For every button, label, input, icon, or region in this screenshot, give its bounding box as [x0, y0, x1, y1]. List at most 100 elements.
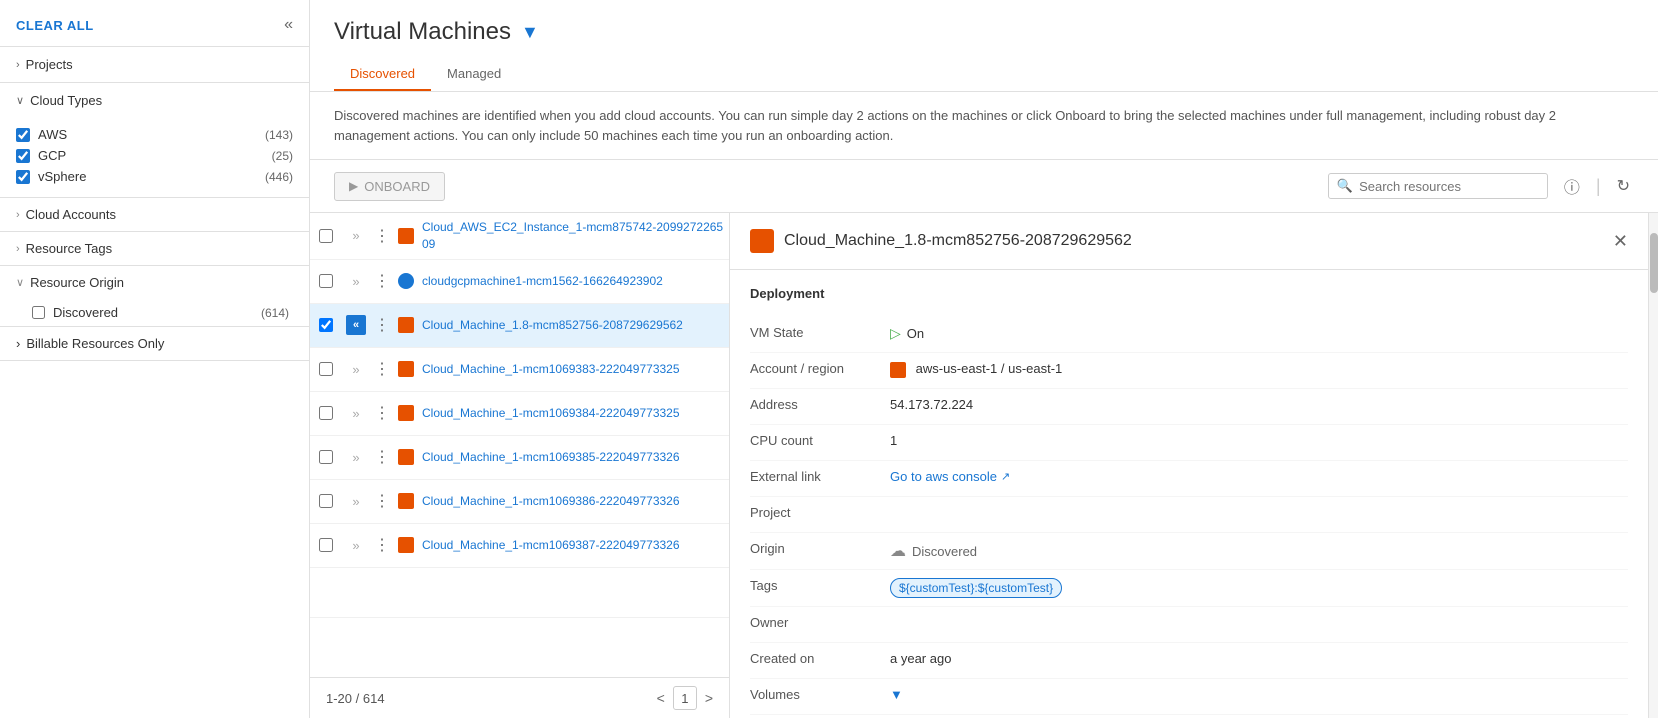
aws-checkbox[interactable]: [16, 128, 30, 142]
cloud-accounts-header[interactable]: › Cloud Accounts: [0, 198, 309, 231]
filter-icon[interactable]: ▼: [521, 22, 539, 43]
pagination: < 1 >: [657, 686, 713, 710]
row-menu-3[interactable]: ⋮: [370, 315, 394, 335]
external-link-row: External link Go to aws console ↗: [750, 461, 1628, 497]
row-expand-2[interactable]: »: [342, 274, 370, 289]
row-menu-5[interactable]: ⋮: [370, 403, 394, 423]
row-checkbox-1[interactable]: [310, 229, 342, 243]
tab-discovered[interactable]: Discovered: [334, 58, 431, 91]
aws-console-link[interactable]: Go to aws console ↗: [890, 469, 1010, 484]
aws-filter-row: AWS (143): [16, 124, 293, 145]
cloud-icon: ☁: [890, 541, 906, 561]
search-input[interactable]: [1359, 179, 1539, 194]
table-row: » ⋮ Cloud_AWS_EC2_Instance_1-mcm875742-2…: [310, 213, 729, 260]
discovered-checkbox[interactable]: [32, 306, 45, 319]
detail-title: Cloud_Machine_1.8-mcm852756-208729629562: [784, 232, 1603, 250]
deployment-section-title: Deployment: [750, 286, 1628, 305]
origin-cloud: ☁ Discovered: [890, 541, 1628, 561]
refresh-button[interactable]: ↻: [1613, 172, 1634, 200]
empty-row: [310, 568, 729, 618]
created-on-value: a year ago: [890, 651, 1628, 666]
row-name-7[interactable]: Cloud_Machine_1-mcm1069386-222049773326: [418, 487, 729, 516]
gcp-label: GCP: [38, 148, 264, 163]
gcp-checkbox[interactable]: [16, 149, 30, 163]
close-detail-button[interactable]: ✕: [1613, 231, 1628, 252]
origin-text: Discovered: [912, 544, 977, 559]
billable-header[interactable]: › Billable Resources Only: [0, 327, 309, 360]
row-checkbox-7[interactable]: [310, 494, 342, 508]
row-expand-5[interactable]: »: [342, 406, 370, 421]
clear-all-button[interactable]: CLEAR ALL: [16, 18, 94, 33]
project-label: Project: [750, 505, 890, 520]
cpu-count-label: CPU count: [750, 433, 890, 448]
row-checkbox-8[interactable]: [310, 538, 342, 552]
sidebar-cloud-types-header[interactable]: ∨ Cloud Types: [0, 83, 309, 118]
sidebar-projects-header[interactable]: › Projects: [0, 47, 309, 82]
expand-volumes-button[interactable]: ▼: [890, 687, 903, 702]
row-expand-7[interactable]: »: [342, 494, 370, 509]
detail-panel: Cloud_Machine_1.8-mcm852756-208729629562…: [730, 213, 1648, 718]
row-expand-6[interactable]: »: [342, 450, 370, 465]
row-expand-3[interactable]: «: [342, 315, 370, 335]
row-expand-8[interactable]: »: [342, 538, 370, 553]
account-region-row: Account / region aws-us-east-1 / us-east…: [750, 353, 1628, 389]
projects-label: Projects: [26, 57, 73, 72]
row-name-4[interactable]: Cloud_Machine_1-mcm1069383-222049773325: [418, 355, 729, 384]
row-name-8[interactable]: Cloud_Machine_1-mcm1069387-222049773326: [418, 531, 729, 560]
vsphere-filter-row: vSphere (446): [16, 166, 293, 187]
table-scroll: » ⋮ Cloud_AWS_EC2_Instance_1-mcm875742-2…: [310, 213, 729, 677]
row-checkbox-4[interactable]: [310, 362, 342, 376]
address-row: Address 54.173.72.224: [750, 389, 1628, 425]
row-name-2[interactable]: cloudgcpmachine1-mcm1562-166264923902: [418, 267, 729, 296]
created-on-label: Created on: [750, 651, 890, 666]
table-footer: 1-20 / 614 < 1 >: [310, 677, 729, 718]
row-name-6[interactable]: Cloud_Machine_1-mcm1069385-222049773326: [418, 443, 729, 472]
row-expand-1[interactable]: »: [342, 228, 370, 243]
origin-row: Origin ☁ Discovered: [750, 533, 1628, 570]
tag-badge[interactable]: ${customTest}:${customTest}: [890, 578, 1062, 598]
chevron-down-icon: ∨: [16, 94, 24, 107]
vm-icon-7: [394, 493, 418, 509]
discovered-count: (614): [261, 306, 289, 320]
scrollbar-thumb[interactable]: [1650, 233, 1658, 293]
row-name-1[interactable]: Cloud_AWS_EC2_Instance_1-mcm875742-20992…: [418, 213, 729, 259]
row-checkbox-2[interactable]: [310, 274, 342, 288]
info-button[interactable]: ⓘ: [1560, 170, 1584, 202]
row-menu-1[interactable]: ⋮: [370, 226, 394, 246]
aws-label: AWS: [38, 127, 257, 142]
vm-state-value: ▷ On: [890, 325, 1628, 342]
row-menu-8[interactable]: ⋮: [370, 535, 394, 555]
row-checkbox-5[interactable]: [310, 406, 342, 420]
discovered-label: Discovered: [53, 305, 118, 320]
row-menu-6[interactable]: ⋮: [370, 447, 394, 467]
resource-tags-header[interactable]: › Resource Tags: [0, 232, 309, 265]
vsphere-count: (446): [265, 170, 293, 184]
chevron-right-icon: ›: [16, 243, 20, 255]
row-expand-4[interactable]: »: [342, 362, 370, 377]
row-checkbox-3[interactable]: [310, 318, 342, 332]
tags-row: Tags ${customTest}:${customTest}: [750, 570, 1628, 607]
resource-origin-label: Resource Origin: [30, 275, 124, 290]
row-checkbox-6[interactable]: [310, 450, 342, 464]
resource-origin-header[interactable]: ∨ Resource Origin: [0, 266, 309, 299]
sidebar-section-resource-tags: › Resource Tags: [0, 232, 309, 266]
onboard-icon: ▶: [349, 179, 358, 193]
vsphere-checkbox[interactable]: [16, 170, 30, 184]
tab-managed[interactable]: Managed: [431, 58, 517, 91]
address-value: 54.173.72.224: [890, 397, 1628, 412]
account-region-label: Account / region: [750, 361, 890, 376]
row-menu-7[interactable]: ⋮: [370, 491, 394, 511]
next-page-button[interactable]: >: [705, 690, 713, 706]
owner-label: Owner: [750, 615, 890, 630]
main-header: Virtual Machines ▼ Discovered Managed: [310, 0, 1658, 92]
row-menu-2[interactable]: ⋮: [370, 271, 394, 291]
sidebar-collapse-button[interactable]: «: [284, 16, 293, 34]
row-name-5[interactable]: Cloud_Machine_1-mcm1069384-222049773325: [418, 399, 729, 428]
onboard-button[interactable]: ▶ ONBOARD: [334, 172, 445, 201]
prev-page-button[interactable]: <: [657, 690, 665, 706]
row-menu-4[interactable]: ⋮: [370, 359, 394, 379]
row-name-3[interactable]: Cloud_Machine_1.8-mcm852756-208729629562: [418, 311, 729, 340]
pagination-range: 1-20 / 614: [326, 691, 385, 706]
vm-icon-6: [394, 449, 418, 465]
cloud-accounts-label: Cloud Accounts: [26, 207, 116, 222]
